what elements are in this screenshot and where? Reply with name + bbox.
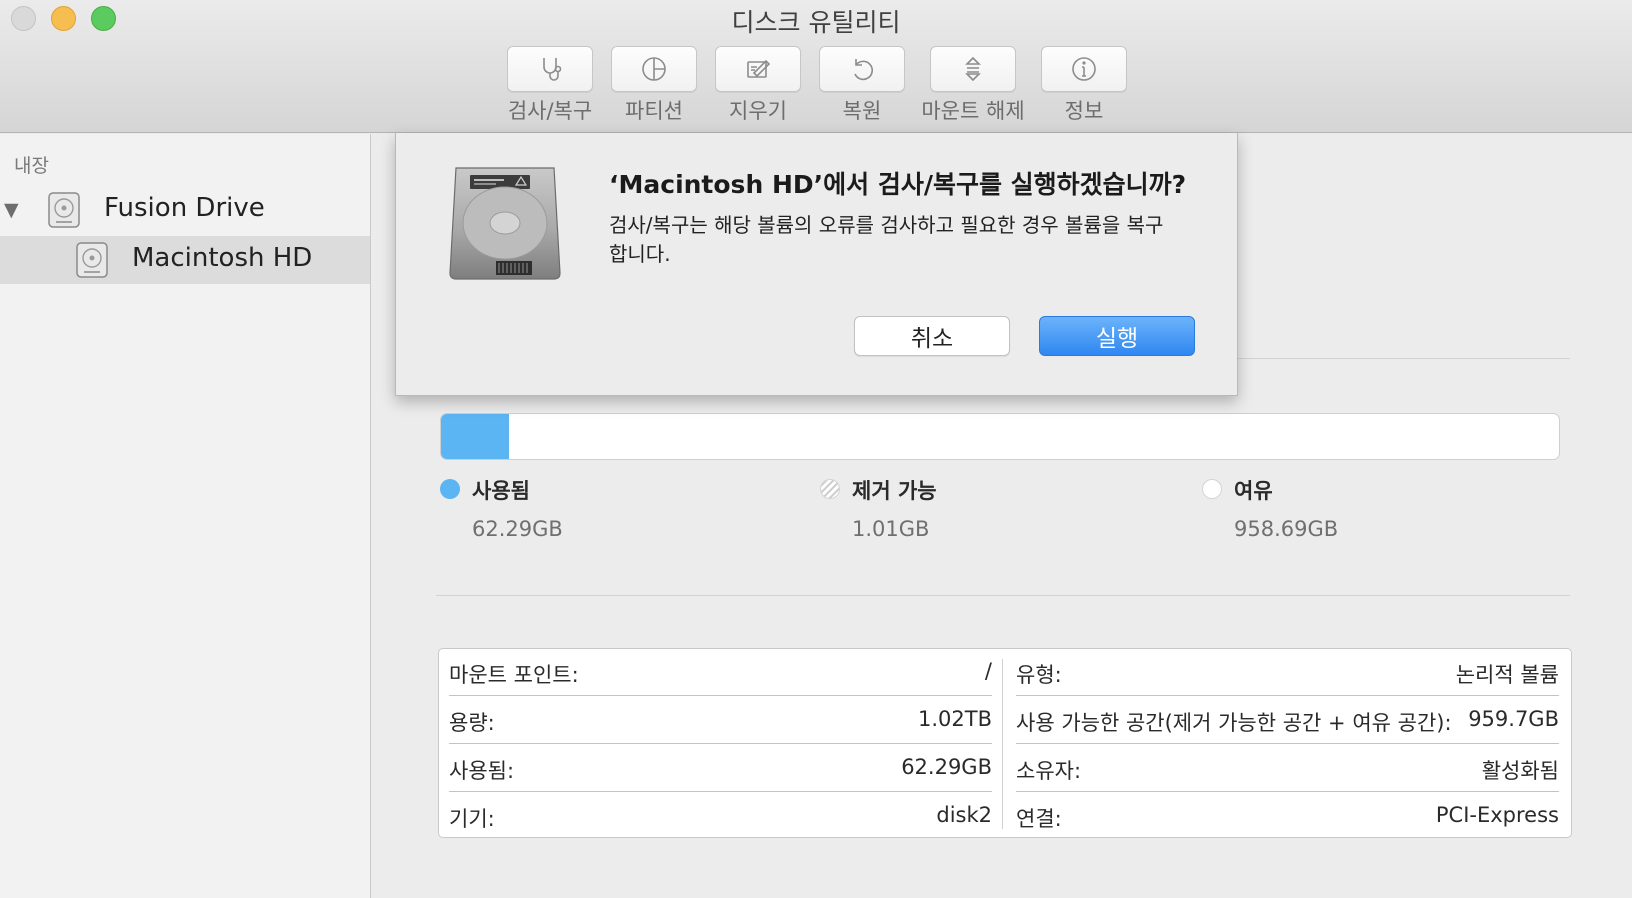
purgeable-legend-dot — [820, 479, 840, 499]
free-legend-label: 여유 — [1234, 479, 1273, 503]
info-key: 사용됨: — [449, 759, 515, 783]
pie-chart-icon — [642, 57, 666, 81]
info-row-used: 사용됨: 62.29GB — [439, 745, 994, 792]
usage-bar-used — [441, 414, 510, 459]
info-row-capacity: 용량: 1.02TB — [439, 697, 994, 744]
info-row-available: 사용 가능한 공간(제거 가능한 공간 + 여유 공간): 959.7GB — [1006, 697, 1561, 744]
info-key: 기기: — [449, 807, 495, 831]
row-separator — [1016, 743, 1559, 744]
sidebar: 내장 ▼ Fusion Drive Macintosh HD — [0, 134, 371, 898]
info-value: disk2 — [936, 803, 992, 827]
first-aid-button[interactable] — [507, 46, 593, 92]
first-aid-label: 검사/복구 — [507, 99, 593, 123]
window-title: 디스크 유틸리티 — [731, 8, 901, 37]
info-value: / — [984, 659, 992, 683]
free-legend-dot — [1202, 479, 1222, 499]
dialog-title: ‘Macintosh HD’에서 검사/복구를 실행하겠습니까? — [609, 170, 1187, 199]
used-legend-value: 62.29GB — [472, 517, 563, 541]
row-separator — [449, 743, 992, 744]
info-key: 소유자: — [1016, 759, 1082, 783]
erase-button[interactable] — [715, 46, 801, 92]
restore-button[interactable] — [819, 46, 905, 92]
erase-label: 지우기 — [729, 99, 787, 123]
first-aid-dialog: ‘Macintosh HD’에서 검사/복구를 실행하겠습니까? 검사/복구는 … — [395, 133, 1238, 396]
info-row-connection: 연결: PCI-Express — [1006, 793, 1561, 840]
info-row-owners: 소유자: 활성화됨 — [1006, 745, 1561, 792]
stethoscope-icon — [543, 58, 562, 81]
cancel-button[interactable]: 취소 — [854, 316, 1010, 356]
sidebar-section-internal: 내장 — [14, 155, 49, 177]
sidebar-item-label: Fusion Drive — [104, 193, 265, 223]
volume-info-table: 마운트 포인트: / 용량: 1.02TB 사용됨: 62.29GB 기기: d… — [438, 648, 1572, 838]
info-row-device: 기기: disk2 — [439, 793, 994, 840]
dialog-message: 검사/복구는 해당 볼륨의 오류를 검사하고 필요한 경우 볼륨을 복구합니다. — [609, 213, 1164, 266]
partition-label: 파티션 — [625, 99, 683, 123]
run-button[interactable]: 실행 — [1039, 316, 1195, 356]
hard-disk-icon — [48, 192, 80, 228]
info-row-mount-point: 마운트 포인트: / — [439, 649, 994, 696]
volume-icon — [76, 242, 108, 278]
divider — [1230, 358, 1570, 359]
disclosure-triangle-icon[interactable]: ▼ — [4, 199, 19, 221]
info-icon — [1072, 57, 1096, 81]
info-row-type: 유형: 논리적 볼륨 — [1006, 649, 1561, 696]
info-label: 정보 — [1064, 99, 1104, 123]
row-separator — [449, 695, 992, 696]
eject-icon — [965, 56, 981, 82]
eraser-icon — [747, 59, 771, 78]
row-separator — [449, 791, 992, 792]
hard-drive-icon — [449, 167, 561, 280]
divider — [436, 595, 1570, 596]
info-value: PCI-Express — [1435, 803, 1559, 827]
restore-label: 복원 — [842, 99, 882, 123]
sidebar-item-fusion-drive[interactable]: ▼ Fusion Drive — [0, 186, 370, 234]
purgeable-legend-value: 1.01GB — [852, 517, 930, 541]
partition-button[interactable] — [611, 46, 697, 92]
info-key: 용량: — [449, 711, 495, 735]
unmount-button[interactable] — [930, 46, 1016, 92]
usage-bar — [440, 413, 1560, 460]
window-toolbar: 디스크 유틸리티 검사/복구 파티션 지우기 복원 마운트 해제 정보 — [0, 0, 1632, 133]
info-value: 논리적 볼륨 — [1455, 663, 1559, 687]
row-separator — [1016, 695, 1559, 696]
info-key: 연결: — [1016, 807, 1062, 831]
info-key: 사용 가능한 공간(제거 가능한 공간 + 여유 공간): — [1016, 711, 1452, 735]
sidebar-item-macintosh-hd[interactable]: Macintosh HD — [0, 236, 370, 284]
info-value: 959.7GB — [1468, 707, 1559, 731]
info-value: 활성화됨 — [1481, 759, 1559, 783]
unmount-label: 마운트 해제 — [921, 99, 1025, 123]
info-value: 1.02TB — [918, 707, 992, 731]
info-key: 마운트 포인트: — [449, 663, 579, 687]
sidebar-item-label: Macintosh HD — [132, 243, 313, 273]
info-button[interactable] — [1041, 46, 1127, 92]
restore-arrow-icon — [854, 59, 874, 81]
info-value: 62.29GB — [901, 755, 992, 779]
column-separator — [1002, 659, 1003, 829]
info-key: 유형: — [1016, 663, 1062, 687]
used-legend-dot — [440, 479, 460, 499]
free-legend-value: 958.69GB — [1234, 517, 1339, 541]
row-separator — [1016, 791, 1559, 792]
purgeable-legend-label: 제거 가능 — [852, 479, 937, 503]
used-legend-label: 사용됨 — [472, 479, 530, 503]
